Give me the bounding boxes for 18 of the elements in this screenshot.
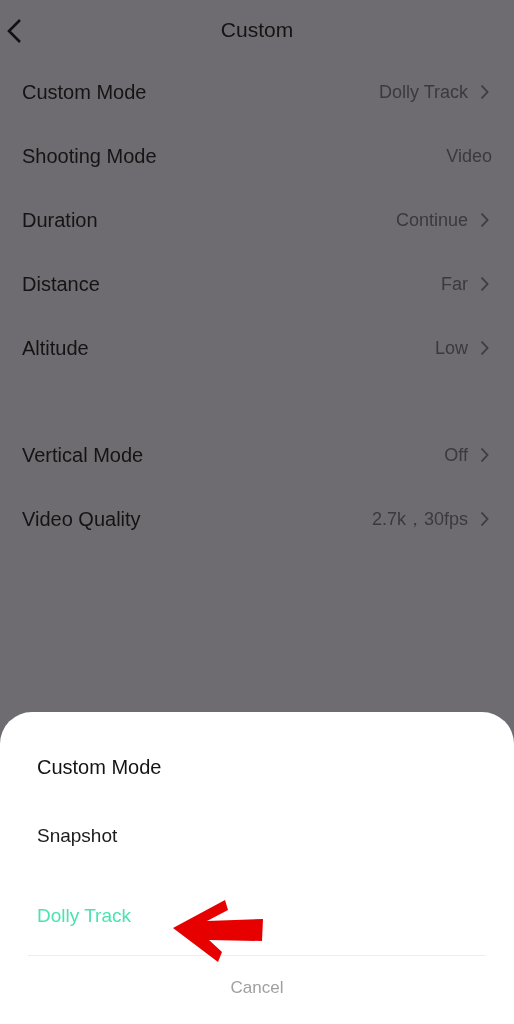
chevron-icon[interactable]	[480, 340, 489, 356]
cancel-button[interactable]: Cancel	[230, 978, 284, 998]
back-icon	[6, 18, 22, 44]
sheet-option[interactable]: Snapshot	[37, 825, 118, 847]
chevron-icon[interactable]	[480, 447, 489, 463]
chevron-icon[interactable]	[480, 511, 489, 527]
chevron-icon[interactable]	[480, 84, 489, 100]
chevron-icon[interactable]	[480, 276, 489, 292]
setting-label: Custom Mode	[22, 80, 147, 104]
page-title: Custom	[220, 18, 294, 42]
setting-label: Video Quality	[22, 507, 141, 531]
setting-label: Vertical Mode	[22, 443, 144, 467]
setting-label: Shooting Mode	[22, 144, 157, 168]
sheet-title: Custom Mode	[37, 756, 163, 779]
setting-label: Duration	[22, 208, 98, 232]
setting-label: Distance	[22, 272, 100, 296]
chevron-icon[interactable]	[480, 212, 489, 228]
setting-label: Altitude	[22, 336, 89, 360]
